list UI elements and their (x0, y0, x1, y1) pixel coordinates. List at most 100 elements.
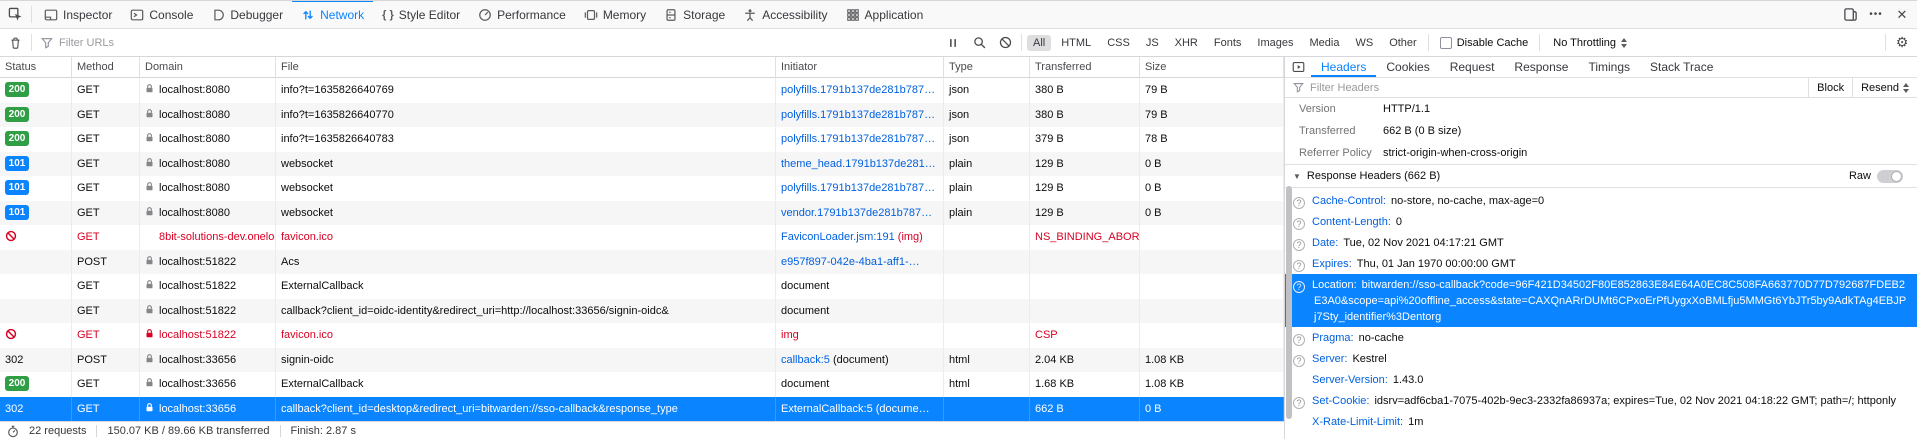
block-url-button[interactable]: Block (1808, 78, 1852, 97)
split-panel-toggle-button[interactable] (1285, 57, 1311, 77)
type-filter-pill[interactable]: WS (1349, 35, 1379, 51)
header-help-icon[interactable]: ? (1293, 397, 1305, 409)
details-tab[interactable]: Timings (1578, 57, 1640, 77)
response-headers-section-header[interactable]: ▼ Response Headers (662 B) Raw (1285, 164, 1917, 188)
initiator-link[interactable]: e957f897-042e-4ba1-aff1-… (781, 256, 920, 268)
column-header-type[interactable]: Type (944, 57, 1030, 77)
initiator-link[interactable]: callback:5 (781, 354, 830, 366)
responsive-design-button[interactable] (1837, 1, 1863, 28)
type-filter-pill[interactable]: All (1027, 35, 1051, 51)
request-row[interactable]: 200 GET localhost:8080 (0, 103, 1284, 128)
column-header-initiator[interactable]: Initiator (776, 57, 944, 77)
tab-debugger[interactable]: Debugger (202, 1, 292, 28)
column-header-method[interactable]: Method (72, 57, 140, 77)
header-help-icon[interactable]: ? (1293, 334, 1305, 346)
clear-requests-button[interactable] (2, 36, 28, 50)
type-filter-pill[interactable]: HTML (1055, 35, 1097, 51)
tab-accessibility[interactable]: Accessibility (734, 1, 836, 28)
header-item[interactable]: ?DateTue, 02 Nov 2021 04:17:21 GMT (1285, 232, 1917, 253)
type-filter-pill[interactable]: CSS (1101, 35, 1136, 51)
search-requests-button[interactable] (966, 36, 992, 49)
type-filter-pill[interactable]: Fonts (1208, 35, 1248, 51)
meatball-menu-button[interactable]: ••• (1863, 1, 1889, 28)
close-devtools-button[interactable]: ✕ (1889, 1, 1915, 28)
filter-urls-input[interactable] (59, 37, 940, 49)
tab-label: Performance (497, 8, 566, 22)
request-row[interactable]: 302 POST localhost:33656 (0, 348, 1284, 373)
initiator-link[interactable]: theme_head.1791b137de281… (781, 158, 936, 170)
header-item[interactable]: ?Cache-Controlno-store, no-cache, max-ag… (1285, 190, 1917, 211)
tab-console[interactable]: Console (121, 1, 202, 28)
details-tab[interactable]: Request (1440, 57, 1505, 77)
initiator-link[interactable]: polyfills.1791b137de281b787… (781, 133, 935, 145)
initiator-link[interactable]: polyfills.1791b137de281b787… (781, 109, 935, 121)
request-row[interactable]: GET 8bit-solutions-dev.onelogin.... favi… (0, 225, 1284, 250)
header-item[interactable]: ?Content-Length0 (1285, 211, 1917, 232)
header-item[interactable]: ?ExpiresThu, 01 Jan 1970 00:00:00 GMT (1285, 253, 1917, 274)
initiator-link[interactable]: FaviconLoader.jsm:191 (781, 231, 895, 243)
header-item[interactable]: ?Server-Version1.43.0 (1285, 369, 1917, 390)
column-header-domain[interactable]: Domain (140, 57, 276, 77)
request-row[interactable]: 200 GET localhost:8080 (0, 78, 1284, 103)
header-item[interactable]: ?Pragmano-cache (1285, 327, 1917, 348)
tab-style-editor[interactable]: { } Style Editor (373, 1, 469, 28)
domain-text: localhost:33656 (159, 403, 236, 415)
details-tab[interactable]: Response (1504, 57, 1578, 77)
filter-headers-input[interactable] (1310, 82, 1808, 94)
header-item[interactable]: ?Set-Cookieidsrv=adf6cba1-7075-402b-9ec3… (1285, 390, 1917, 411)
header-item[interactable]: ?ServerKestrel (1285, 348, 1917, 369)
initiator-link[interactable]: vendor.1791b137de281b787… (781, 207, 932, 219)
request-row[interactable]: POST localhost:51822 Acs e957f897-042e-4… (0, 250, 1284, 275)
details-tab[interactable]: Cookies (1376, 57, 1439, 77)
type-filter-pill[interactable]: Other (1383, 35, 1423, 51)
header-help-icon[interactable]: ? (1293, 355, 1305, 367)
request-row[interactable]: 101 GET localhost:8080 (0, 201, 1284, 226)
application-icon (846, 8, 860, 22)
network-settings-button[interactable]: ⚙ (1889, 35, 1915, 51)
header-item[interactable]: ?Locationbitwarden://sso-callback?code=9… (1285, 274, 1917, 327)
tab-performance[interactable]: Performance (469, 1, 575, 28)
header-help-icon[interactable]: ? (1293, 218, 1305, 230)
request-row[interactable]: 101 GET localhost:8080 (0, 152, 1284, 177)
type-filter-pill[interactable]: JS (1140, 35, 1165, 51)
file-cell: ExternalCallback (276, 372, 776, 397)
tab-network[interactable]: Network (292, 1, 373, 28)
throttling-select[interactable]: No Throttling (1553, 37, 1627, 49)
type-filter-pill[interactable]: Media (1303, 35, 1345, 51)
summary-value: HTTP/1.1 (1383, 102, 1430, 116)
tab-storage[interactable]: Storage (655, 1, 734, 28)
tab-inspector[interactable]: Inspector (35, 1, 121, 28)
column-header-size[interactable]: Size (1140, 57, 1284, 77)
request-row[interactable]: 200 GET localhost:33656 (0, 372, 1284, 397)
disable-cache-control[interactable]: Disable Cache (1440, 37, 1529, 49)
block-requests-button[interactable] (992, 36, 1018, 49)
request-row[interactable]: 302 GET localhost:33656 (0, 397, 1284, 422)
header-help-icon[interactable]: ? (1293, 260, 1305, 272)
request-row[interactable]: GET localhost:51822 callback?client_id=o… (0, 299, 1284, 324)
header-help-icon[interactable]: ? (1293, 239, 1305, 251)
request-row[interactable]: GET localhost:51822 ExternalCallback doc… (0, 274, 1284, 299)
column-header-status[interactable]: Status (0, 57, 72, 77)
tab-memory[interactable]: Memory (575, 1, 655, 28)
request-row[interactable]: 200 GET localhost:8080 (0, 127, 1284, 152)
resend-button[interactable]: Resend (1852, 78, 1917, 97)
tab-application[interactable]: Application (837, 1, 933, 28)
type-filter-pill[interactable]: XHR (1169, 35, 1204, 51)
raw-toggle[interactable] (1877, 170, 1903, 183)
details-tab[interactable]: Headers (1311, 57, 1376, 77)
request-row[interactable]: 101 GET localhost:8080 (0, 176, 1284, 201)
column-header-transferred[interactable]: Transferred (1030, 57, 1140, 77)
pause-traffic-button[interactable] (940, 37, 966, 49)
initiator-link[interactable]: polyfills.1791b137de281b787… (781, 84, 935, 96)
initiator-link[interactable]: polyfills.1791b137de281b787… (781, 182, 935, 194)
disable-cache-checkbox[interactable] (1440, 37, 1452, 49)
details-tab[interactable]: Stack Trace (1640, 57, 1723, 77)
header-help-icon[interactable]: ? (1293, 281, 1305, 293)
details-scrollbar-thumb[interactable] (1286, 186, 1292, 419)
request-row[interactable]: GET localhost:51822 favicon.ico img CSP (0, 323, 1284, 348)
header-help-icon[interactable]: ? (1293, 197, 1305, 209)
column-header-file[interactable]: File (276, 57, 776, 77)
node-picker-button[interactable] (2, 1, 28, 28)
header-item[interactable]: ?X-Rate-Limit-Limit1m (1285, 411, 1917, 432)
type-filter-pill[interactable]: Images (1251, 35, 1299, 51)
